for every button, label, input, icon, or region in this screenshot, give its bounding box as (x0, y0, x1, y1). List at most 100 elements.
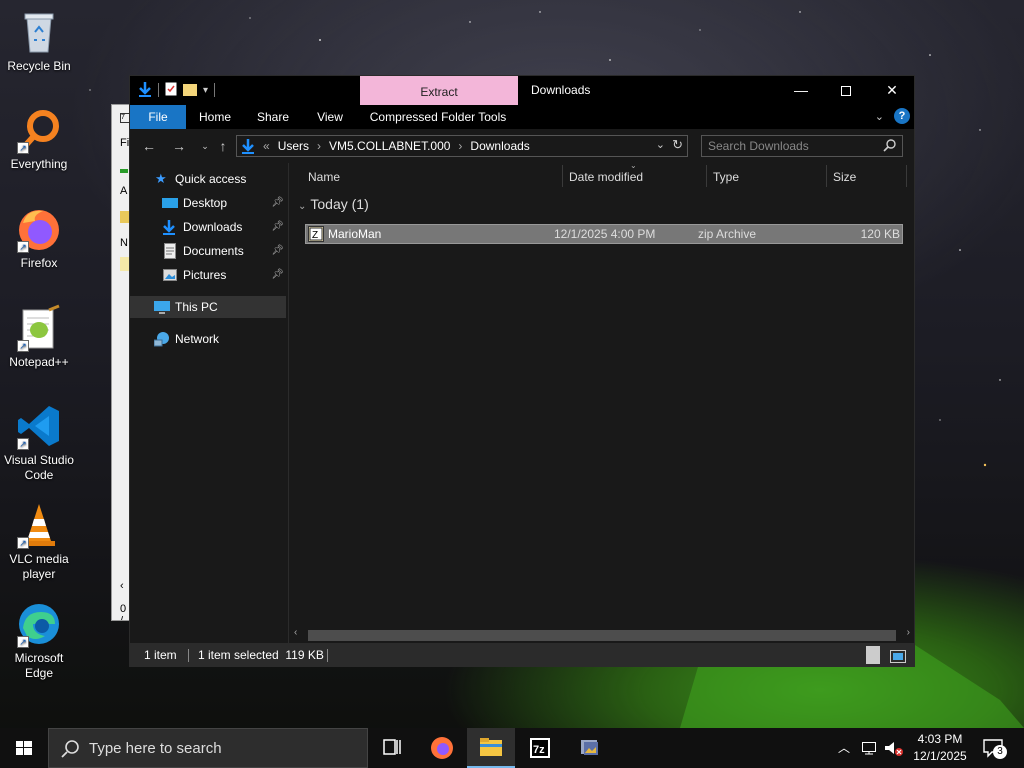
nav-documents[interactable]: Documents 📌︎ (130, 240, 286, 262)
customize-qat-icon[interactable]: ▾ (203, 85, 208, 96)
start-button[interactable] (0, 728, 48, 768)
breadcrumb-vm5[interactable]: VM5.COLLABNET.000 (329, 136, 450, 156)
desktop-icon (162, 195, 178, 211)
breadcrumb: « Users › VM5.COLLABNET.000 › Downloads (263, 136, 530, 156)
large-icons-view-button[interactable] (890, 648, 906, 672)
desktop-icon-label: VLC media player (9, 552, 69, 581)
notification-count-badge: 3 (993, 745, 1007, 759)
desktop-icon-everything[interactable]: ↗ Everything (0, 106, 78, 172)
details-view-button[interactable] (866, 646, 880, 664)
toolbar-fragment (120, 169, 128, 173)
nav-network[interactable]: Network (130, 328, 286, 350)
title-bar[interactable]: ▾ Extract Downloads — ✕ (130, 76, 914, 105)
extract-context-tab[interactable]: Extract (360, 76, 518, 105)
clock[interactable]: 4:03 PM 12/1/2025 (905, 731, 975, 765)
divider (158, 83, 159, 97)
breadcrumb-users[interactable]: Users (278, 136, 309, 156)
address-bar[interactable]: « Users › VM5.COLLABNET.000 › Downloads … (236, 135, 688, 157)
minimize-button[interactable]: — (778, 76, 824, 105)
column-divider[interactable] (826, 165, 827, 187)
desktop-icon-vlc[interactable]: ↗ VLC media player (0, 501, 78, 582)
scroll-right-arrow-icon[interactable]: › (907, 627, 910, 638)
network-status-icon[interactable] (862, 740, 880, 759)
group-header-today[interactable]: ⌄ Today (1) (298, 196, 369, 212)
breadcrumb-downloads[interactable]: Downloads (470, 136, 529, 156)
tab-file[interactable]: File (130, 105, 186, 129)
expand-ribbon-chevron-icon[interactable]: ⌄ (875, 110, 884, 123)
desktop-icon-recycle-bin[interactable]: Recycle Bin (0, 8, 78, 74)
horizontal-scrollbar[interactable]: ‹ › (290, 627, 914, 643)
search-input[interactable] (708, 138, 873, 154)
pictures-icon (163, 267, 179, 283)
column-divider[interactable] (906, 165, 907, 187)
volume-muted-icon[interactable] (884, 740, 904, 759)
pin-icon[interactable]: 📌︎ (271, 264, 284, 286)
scroll-left-arrow-icon[interactable]: ‹ (294, 627, 297, 638)
new-folder-icon[interactable] (183, 82, 197, 99)
windows-logo-icon (16, 741, 32, 755)
close-button[interactable]: ✕ (869, 76, 915, 105)
taskbar-firefox[interactable] (418, 728, 466, 768)
recent-locations-chevron-icon[interactable]: ⌄ (196, 137, 214, 155)
nav-quick-access[interactable]: ★ Quick access (130, 168, 286, 190)
address-dropdown-chevron-icon[interactable]: ⌄ (656, 138, 665, 151)
shortcut-arrow-icon: ↗ (17, 340, 29, 352)
task-view-button[interactable] (368, 728, 416, 768)
file-explorer-window[interactable]: ▾ Extract Downloads — ✕ File Home Share … (129, 75, 915, 667)
scroll-left-arrow[interactable]: ‹ (120, 580, 124, 592)
desktop-icon-notepad-plus-plus[interactable]: ↗ Notepad++ (0, 304, 78, 370)
background-window[interactable]: 7 Fi A N ‹ 0 / (111, 104, 131, 621)
nav-pictures[interactable]: Pictures 📌︎ (130, 264, 286, 286)
breadcrumb-chevron-icon[interactable]: › (458, 136, 462, 156)
search-box[interactable] (701, 135, 903, 157)
column-header-name[interactable]: Name (308, 163, 340, 191)
tab-share[interactable]: Share (252, 105, 294, 129)
tab-view[interactable]: View (310, 105, 350, 129)
notepad-plus-plus-icon: ↗ (15, 304, 63, 352)
breadcrumb-chevron-icon[interactable]: › (317, 136, 321, 156)
nav-downloads[interactable]: Downloads 📌︎ (130, 216, 286, 238)
desktop-icon-edge[interactable]: ↗ Microsoft Edge (0, 600, 78, 681)
taskbar-photos[interactable] (566, 728, 614, 768)
nav-desktop[interactable]: Desktop 📌︎ (130, 192, 286, 214)
help-icon[interactable]: ? (894, 108, 910, 124)
desktop-icon-firefox[interactable]: ↗ Firefox (0, 205, 78, 271)
firefox-icon (431, 737, 453, 759)
file-name: MarioMan (328, 227, 382, 241)
up-button[interactable]: ↑ (214, 137, 232, 155)
vscode-icon: ↗ (15, 402, 63, 450)
column-header-size[interactable]: Size (833, 163, 856, 191)
photos-icon (581, 740, 598, 755)
desktop-icon-label: Microsoft Edge (14, 651, 64, 680)
properties-icon[interactable] (165, 82, 177, 99)
desktop-icon-vscode[interactable]: ↗ Visual Studio Code (0, 402, 78, 483)
taskbar-7zip[interactable]: 7z (516, 728, 564, 768)
nav-label: This PC (175, 300, 218, 314)
taskbar-search[interactable]: Type here to search (48, 728, 368, 768)
scrollbar-thumb[interactable] (308, 630, 896, 641)
show-hidden-icons-chevron-icon[interactable]: ︿ (838, 739, 850, 756)
tab-compressed-folder-tools[interactable]: Compressed Folder Tools (366, 105, 510, 129)
breadcrumb-overflow[interactable]: « (263, 136, 270, 156)
pin-icon[interactable]: 📌︎ (271, 216, 284, 238)
pin-icon[interactable]: 📌︎ (271, 192, 284, 214)
shortcut-arrow-icon: ↗ (17, 142, 29, 154)
file-list-pane[interactable]: Name Date modified ⌄ Type Size ⌄ Today (1… (290, 161, 914, 643)
action-center-button[interactable]: 3 (978, 728, 1018, 768)
pin-icon[interactable]: 📌︎ (271, 240, 284, 262)
search-icon[interactable] (883, 139, 896, 155)
maximize-button[interactable] (823, 76, 869, 105)
taskbar-file-explorer[interactable] (467, 728, 515, 768)
forward-button[interactable]: → (170, 137, 188, 155)
back-button[interactable]: ← (140, 137, 158, 155)
nav-this-pc[interactable]: This PC (130, 296, 286, 318)
column-divider[interactable] (562, 165, 563, 187)
refresh-icon[interactable]: ↻ (672, 137, 683, 153)
tab-home[interactable]: Home (194, 105, 236, 129)
column-divider[interactable] (706, 165, 707, 187)
file-row[interactable]: Z MarioMan 12/1/2025 4:00 PM zip Archive… (305, 224, 903, 244)
clock-date: 12/1/2025 (913, 749, 967, 763)
column-header-type[interactable]: Type (713, 163, 739, 191)
collapse-chevron-icon[interactable]: ⌄ (298, 201, 306, 212)
downloads-arrow-icon (138, 81, 152, 100)
